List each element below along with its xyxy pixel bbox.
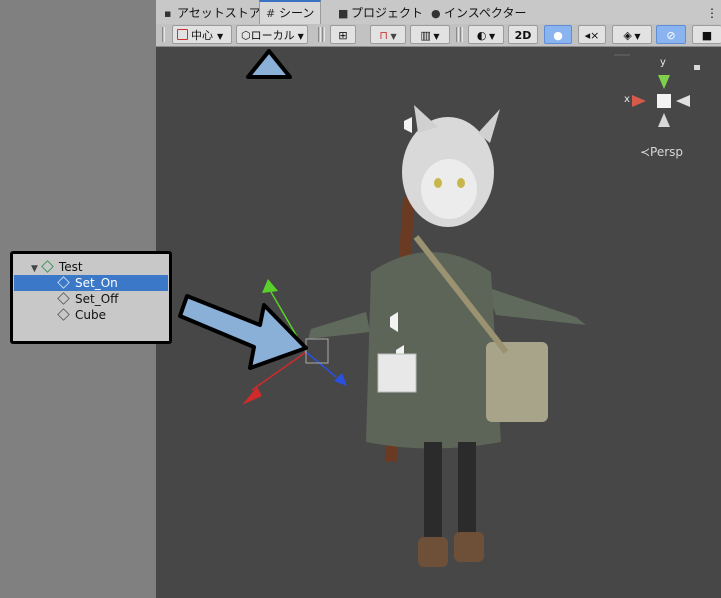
face (421, 159, 477, 219)
gizmo-center-cube[interactable] (657, 94, 671, 108)
chevron-down-icon: ▼ (217, 32, 224, 41)
hidden-objects-toggle-button[interactable]: ⊘ (656, 25, 686, 44)
chevron-down-icon: ▼ (297, 32, 304, 41)
satchel-bag (486, 342, 548, 422)
chevron-down-icon: ▼ (486, 32, 496, 41)
layers-icon: ◈ (623, 29, 632, 42)
audio-source-icon (404, 117, 412, 133)
space-dropdown[interactable]: ⬡ローカル ▼ (236, 25, 308, 44)
right-boot (454, 532, 484, 562)
info-icon: ● (431, 7, 441, 20)
tab-project[interactable]: ■ プロジェクト (338, 2, 423, 24)
lock-icon[interactable] (694, 65, 700, 70)
lighting-toggle-button[interactable]: ● (544, 25, 572, 44)
grid-icon: ⊞ (338, 29, 348, 42)
effects-dropdown[interactable]: ◈ ▼ (612, 25, 652, 44)
gameobject-cube-icon (57, 276, 70, 289)
scene-toolbar: 中心 ▼ ⬡ローカル ▼ ⊞ ⊓ ▼ ▥ ▼ ◐ ▼ 2D ● ◂× ◈ ▼ ⊘ ■ (156, 24, 721, 47)
chevron-down-icon: ▼ (631, 32, 641, 41)
camera-icon: ■ (701, 29, 713, 42)
sphere-icon: ◐ (476, 29, 487, 42)
hierarchy-item-cube[interactable]: Cube (14, 307, 168, 323)
eye-slash-icon: ⊘ (666, 29, 676, 42)
pivot-dropdown[interactable]: 中心 ▼ (172, 25, 232, 44)
scene-view[interactable]: y x ≺Persp (156, 47, 721, 598)
toolbar-divider (162, 27, 165, 42)
right-sleeve (486, 287, 586, 325)
coat-body (366, 252, 501, 449)
left-boot (418, 537, 448, 567)
z-axis-handle[interactable] (305, 351, 337, 378)
shading-mode-dropdown[interactable]: ◐ ▼ (468, 25, 504, 44)
x-axis-cone[interactable] (632, 95, 646, 107)
plane-handle[interactable] (305, 338, 329, 364)
prefab-cube-icon (41, 260, 54, 273)
chevron-down-icon: ▼ (387, 32, 397, 41)
y-axis-cone[interactable] (262, 279, 278, 293)
cube-icon: ⬡ (241, 29, 251, 42)
annotation-arrow-icon (178, 294, 308, 370)
hierarchy-panel: ▼ Test Set_On Set_Off Cube (10, 251, 172, 344)
toolbar-divider (322, 27, 325, 42)
audio-mute-icon: ◂× (584, 29, 600, 42)
character-model[interactable] (308, 105, 586, 567)
right-eye (457, 178, 465, 188)
z-axis-cone[interactable] (334, 373, 347, 386)
perspective-label[interactable]: ≺Persp (640, 145, 683, 159)
ruler-icon: ▥ (420, 29, 431, 42)
gameobject-cube-icon (57, 292, 70, 305)
neg-y-axis-cone[interactable] (658, 113, 670, 127)
snap-increment-button[interactable]: ⊓ ▼ (370, 25, 406, 44)
cube-object[interactable] (377, 353, 417, 393)
left-eye (434, 178, 442, 188)
hierarchy-item-set-on[interactable]: Set_On (14, 275, 168, 291)
2d-mode-button[interactable]: 2D (508, 25, 538, 44)
annotation-triangle-icon (246, 49, 292, 79)
toolbar-divider (318, 27, 321, 42)
neg-x-axis-cone[interactable] (676, 95, 690, 107)
toolbar-divider (456, 27, 459, 42)
toolbar-divider (460, 27, 463, 42)
chevron-down-icon: ▼ (31, 264, 38, 274)
scene-viewport (178, 49, 700, 567)
bag-icon: ▪ (164, 7, 172, 20)
hierarchy-item-test[interactable]: ▼ Test (31, 259, 168, 275)
gameobject-cube-icon (57, 308, 70, 321)
more-options-icon[interactable]: ⋮ (706, 2, 718, 24)
pivot-icon (177, 29, 188, 40)
tab-inspector[interactable]: ● インスペクター (431, 2, 526, 24)
hierarchy-item-set-off[interactable]: Set_Off (14, 291, 168, 307)
tab-asset-store[interactable]: ▪ アセットストア (164, 2, 261, 24)
hash-icon: # (266, 7, 276, 20)
lightbulb-icon: ● (553, 29, 563, 42)
tab-scene[interactable]: # シーン (259, 0, 322, 26)
audio-toggle-button[interactable]: ◂× (578, 25, 606, 44)
folder-icon: ■ (338, 7, 349, 20)
orientation-gizmo[interactable] (632, 75, 690, 127)
y-axis-cone[interactable] (658, 75, 670, 89)
gizmo-x-label: x (624, 94, 630, 105)
left-sleeve (308, 312, 370, 339)
magnet-icon: ⊓ (379, 29, 388, 42)
grid-visibility-button[interactable]: ▥ ▼ (410, 25, 450, 44)
camera-settings-button[interactable]: ■ (692, 25, 721, 44)
chevron-down-icon: ▼ (430, 32, 440, 41)
tab-bar: ▪ アセットストア # シーン ■ プロジェクト ● インスペクター ⋮ (156, 0, 721, 26)
left-leg (424, 442, 442, 552)
gizmo-y-label: y (660, 57, 666, 68)
grid-snap-button[interactable]: ⊞ (330, 25, 356, 44)
